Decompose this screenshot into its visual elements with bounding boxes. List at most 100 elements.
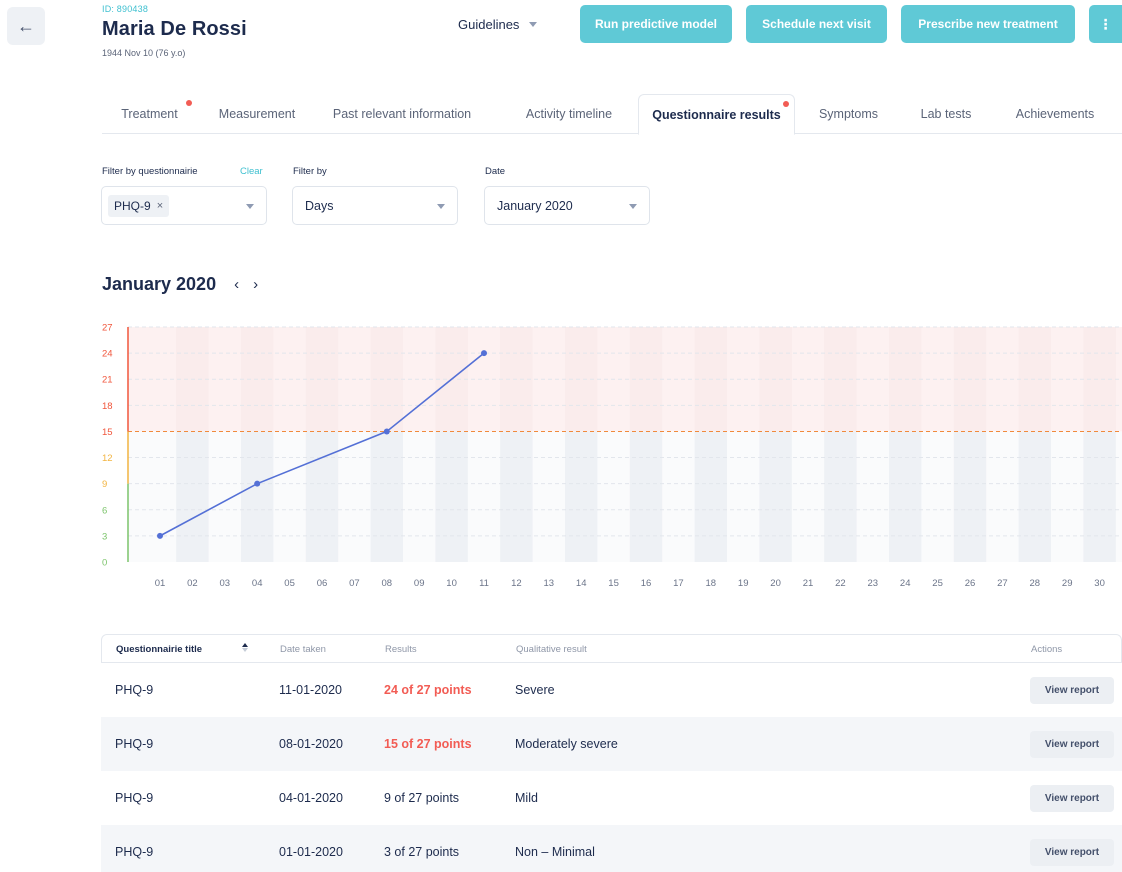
row-qualitative: Non – Minimal: [515, 845, 595, 859]
tab-label: Measurement: [218, 107, 296, 121]
table-header: Questionnairie title Date taken Results …: [101, 634, 1122, 663]
x-tick-label: 16: [641, 578, 652, 589]
x-tick-label: 18: [706, 578, 717, 589]
tab-achievements[interactable]: Achievements: [998, 94, 1112, 134]
tab-questionnaire-results[interactable]: Questionnaire results: [638, 94, 795, 135]
chevron-left-icon[interactable]: ‹: [234, 276, 239, 293]
row-result: 3 of 27 points: [384, 845, 460, 859]
y-tick-label: 18: [102, 401, 113, 412]
tab-label: Achievements: [1015, 107, 1095, 121]
column-header-date: Date taken: [280, 644, 326, 655]
date-select[interactable]: January 2020: [484, 186, 650, 225]
clear-filter-link[interactable]: Clear: [240, 166, 263, 177]
y-tick-label: 6: [102, 505, 107, 516]
run-predictive-model-button[interactable]: Run predictive model: [580, 5, 732, 43]
table-row: PHQ-9 11-01-2020 24 of 27 points Severe View…: [101, 663, 1122, 717]
chevron-down-icon: [246, 204, 254, 209]
row-result: 9 of 27 points: [384, 791, 460, 805]
row-result: 24 of 27 points: [384, 683, 472, 697]
data-point: [481, 350, 487, 357]
x-tick-label: 27: [997, 578, 1008, 589]
x-tick-label: 12: [511, 578, 522, 589]
x-tick-label: 02: [187, 578, 198, 589]
sort-icon[interactable]: [242, 643, 248, 652]
column-header-qualitative: Qualitative result: [516, 644, 587, 655]
guidelines-label: Guidelines: [458, 17, 520, 32]
y-tick-label: 21: [102, 375, 113, 386]
row-title: PHQ-9: [115, 683, 154, 697]
row-qualitative: Severe: [515, 683, 555, 697]
prescribe-new-treatment-button[interactable]: Prescribe new treatment: [901, 5, 1075, 43]
tab-label: Activity timeline: [525, 107, 613, 121]
column-header-title[interactable]: Questionnairie title: [116, 644, 202, 655]
tab-past-relevant-information[interactable]: Past relevant information: [317, 94, 487, 134]
chevron-down-icon: [437, 204, 445, 209]
x-tick-label: 10: [446, 578, 457, 589]
view-report-button[interactable]: View report: [1030, 731, 1114, 758]
tab-treatment[interactable]: Treatment: [102, 94, 197, 134]
data-point: [383, 428, 390, 435]
filter-by-value: Days: [305, 198, 334, 213]
x-tick-label: 23: [868, 578, 879, 589]
patient-info: ID: 890438 Maria De Rossi 1944 Nov 10 (7…: [102, 4, 247, 58]
column-band: [565, 431, 598, 562]
view-report-button[interactable]: View report: [1030, 677, 1114, 704]
chip-label: PHQ-9: [114, 198, 151, 213]
column-header-actions: Actions: [1031, 644, 1063, 655]
x-tick-label: 22: [835, 578, 846, 589]
y-tick-label: 0: [102, 558, 107, 569]
row-qualitative: Moderately severe: [515, 737, 618, 751]
column-band: [241, 431, 274, 562]
x-tick-label: 29: [1062, 578, 1073, 589]
results-table: Questionnairie title Date taken Results …: [101, 634, 1122, 872]
more-options-button[interactable]: ⋮: [1089, 5, 1122, 43]
table-row: PHQ-9 04-01-2020 9 of 27 points Mild View re…: [101, 771, 1122, 825]
tab-activity-timeline[interactable]: Activity timeline: [502, 94, 636, 134]
view-report-button[interactable]: View report: [1030, 785, 1114, 812]
column-band: [435, 431, 468, 562]
filter-questionnaire-label: Filter by questionnairie: [102, 166, 198, 177]
column-band: [824, 431, 857, 562]
x-tick-label: 03: [220, 578, 231, 589]
data-point: [254, 480, 261, 487]
notification-dot: [783, 101, 789, 107]
x-tick-label: 30: [1094, 578, 1105, 589]
column-band: [629, 431, 663, 562]
questionnaire-select[interactable]: PHQ-9 ×: [101, 186, 267, 225]
tab-measurement[interactable]: Measurement: [207, 94, 307, 134]
column-band: [953, 431, 987, 562]
schedule-next-visit-button[interactable]: Schedule next visit: [746, 5, 887, 43]
patient-dob: 1944 Nov 10 (76 y.o): [102, 48, 186, 58]
column-band: [1083, 431, 1116, 562]
filter-by-label: Filter by: [293, 166, 327, 177]
data-point: [157, 532, 163, 539]
column-band: [694, 431, 727, 562]
x-tick-label: 05: [284, 578, 295, 589]
guidelines-dropdown[interactable]: Guidelines: [458, 17, 538, 32]
date-value: January 2020: [497, 198, 573, 213]
tab-label: Symptoms: [818, 107, 879, 121]
month-navigation: January 2020 ‹ ›: [102, 274, 258, 295]
month-title: January 2020: [102, 274, 217, 294]
column-band: [889, 431, 922, 562]
x-tick-label: 06: [317, 578, 328, 589]
filter-by-select[interactable]: Days: [292, 186, 458, 225]
y-tick-label: 27: [102, 323, 113, 334]
tab-symptoms[interactable]: Symptoms: [802, 94, 895, 134]
tab-label: Questionnaire results: [652, 107, 781, 122]
tab-lab-tests[interactable]: Lab tests: [902, 94, 990, 134]
close-icon[interactable]: ×: [157, 200, 163, 212]
x-tick-label: 01: [155, 578, 166, 589]
back-button[interactable]: ←: [7, 7, 45, 45]
x-tick-label: 20: [770, 578, 781, 589]
x-tick-label: 14: [576, 578, 587, 589]
chevron-right-icon[interactable]: ›: [253, 276, 258, 293]
row-title: PHQ-9: [115, 845, 154, 859]
table-row: PHQ-9 01-01-2020 3 of 27 points Non – Minim…: [101, 825, 1122, 872]
tab-label: Past relevant information: [332, 107, 472, 121]
column-band: [176, 431, 209, 562]
x-tick-label: 13: [544, 578, 555, 589]
column-band: [759, 431, 792, 562]
view-report-button[interactable]: View report: [1030, 839, 1114, 866]
x-tick-label: 07: [349, 578, 360, 589]
